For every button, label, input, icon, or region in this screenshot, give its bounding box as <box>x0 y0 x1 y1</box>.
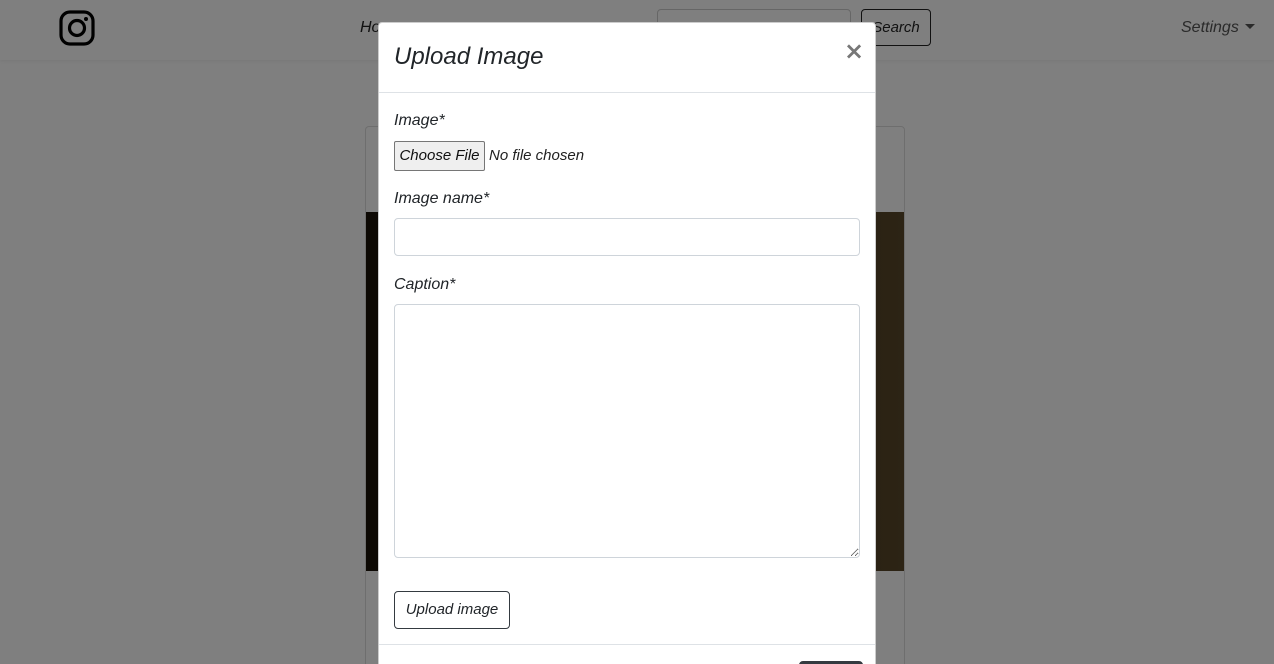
caption-label: Caption* <box>394 276 456 293</box>
caption-textarea[interactable] <box>394 304 860 558</box>
upload-image-modal: Upload Image × Image* Choose File No fil… <box>378 22 876 664</box>
upload-image-button[interactable]: Upload image <box>394 591 510 629</box>
choose-file-button[interactable]: Choose File <box>394 141 485 171</box>
close-button[interactable]: × <box>844 39 864 63</box>
modal-header: Upload Image × <box>379 23 875 93</box>
image-name-label: Image name* <box>394 190 490 207</box>
image-label: Image* <box>394 112 445 129</box>
image-name-input[interactable] <box>394 218 860 256</box>
modal-footer <box>379 644 875 664</box>
modal-title: Upload Image <box>394 43 544 70</box>
file-status: No file chosen <box>489 147 585 164</box>
